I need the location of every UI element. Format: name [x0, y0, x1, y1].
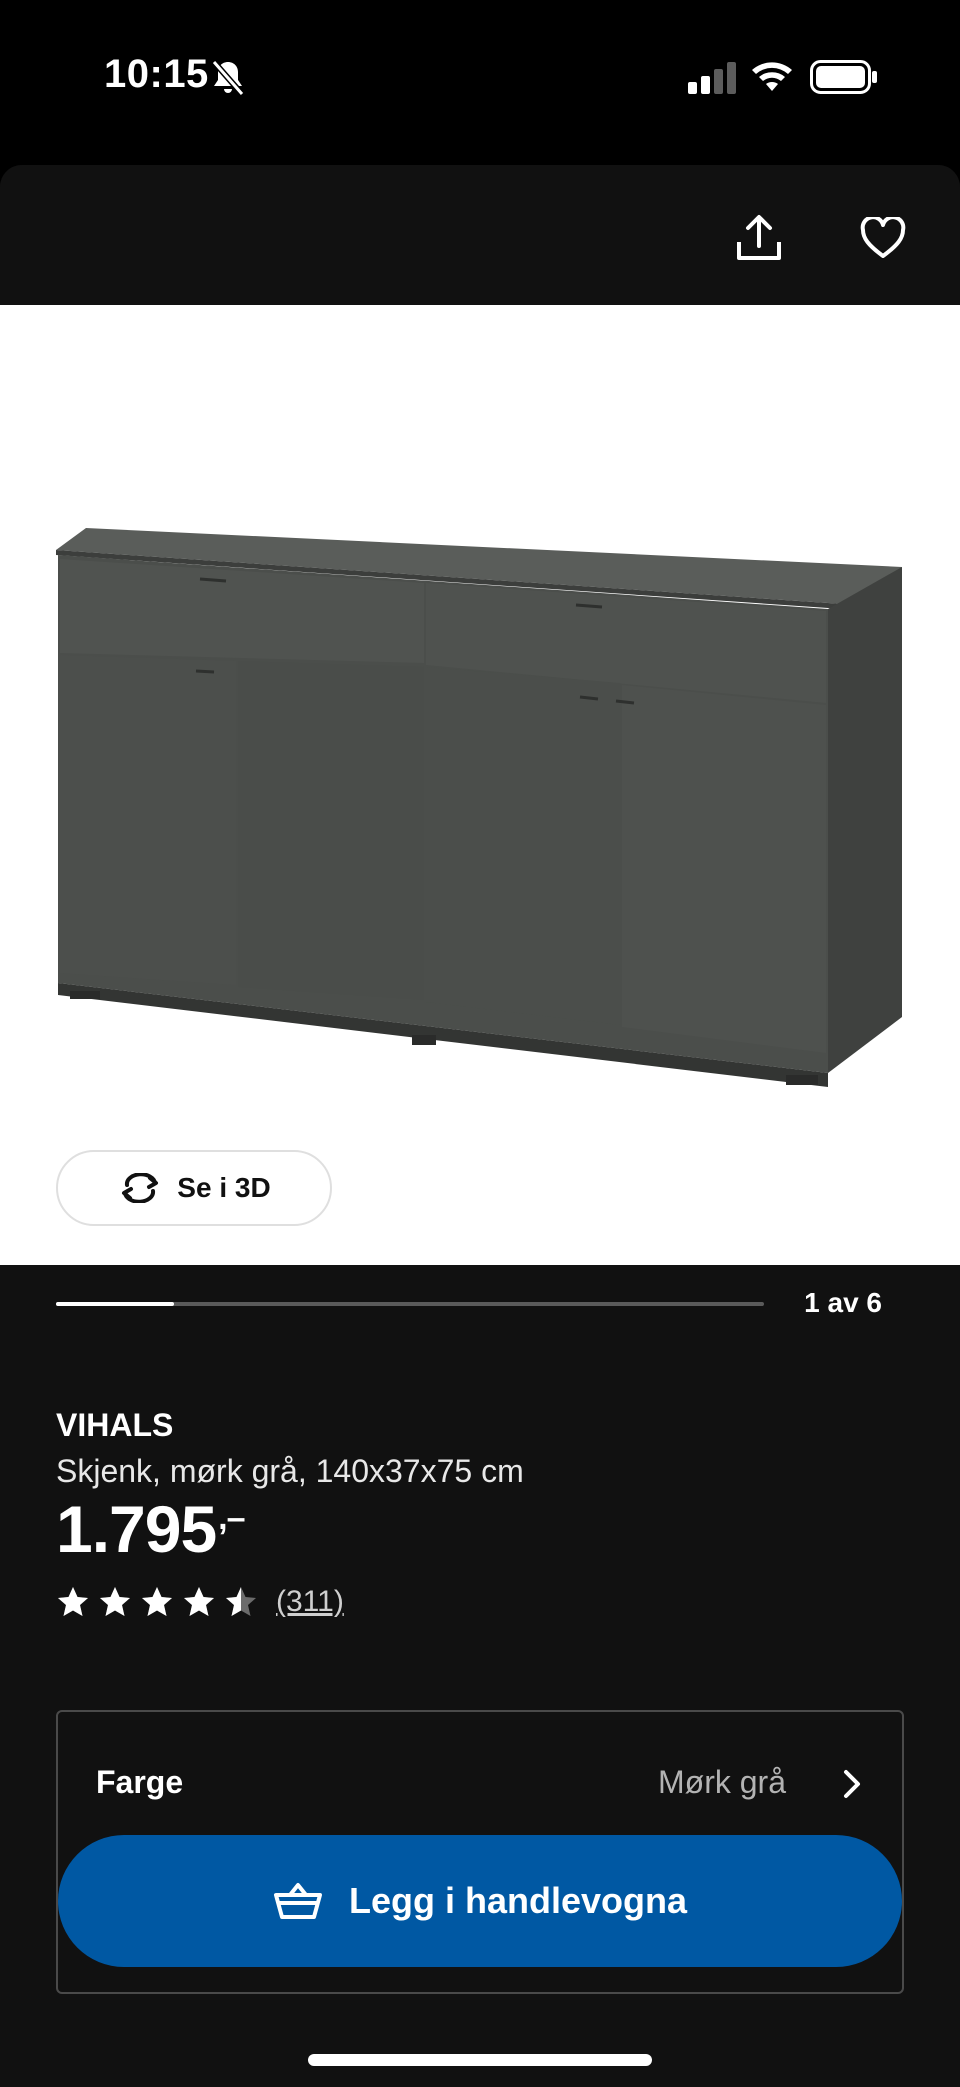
chevron-right-icon — [844, 1770, 860, 1798]
product-sheet: Se i 3D 1 av 6 VIHALS Skjenk, mørk grå, … — [0, 165, 960, 2087]
gallery-progress-fill — [56, 1302, 175, 1306]
page-indicator: 1 av 6 — [804, 1287, 882, 1318]
status-time: 10:15 — [104, 52, 209, 96]
product-image-area[interactable]: Se i 3D — [0, 305, 960, 1265]
basket-icon — [273, 1883, 322, 1919]
bell-off-icon — [211, 60, 245, 96]
rating[interactable]: (311) — [56, 1585, 344, 1619]
star-icon — [58, 1587, 88, 1616]
add-to-cart-button[interactable]: Legg i handlevogna — [58, 1835, 902, 1967]
home-indicator[interactable] — [308, 2054, 652, 2066]
favorite-button[interactable] — [848, 203, 918, 273]
top-bar — [0, 165, 960, 305]
star-icon — [142, 1587, 172, 1616]
rotate-icon — [122, 1173, 159, 1203]
review-count-link[interactable]: (311) — [276, 1585, 344, 1619]
status-bar: 10:15 — [0, 0, 960, 165]
share-icon — [737, 215, 781, 260]
price-value: 1.795 — [56, 1492, 217, 1566]
signal-icon — [688, 62, 736, 94]
product-price: 1.795,– — [56, 1491, 246, 1567]
star-icon — [226, 1587, 256, 1616]
heart-icon — [860, 217, 906, 258]
color-label: Farge — [96, 1764, 184, 1800]
product-name: VIHALS — [56, 1407, 174, 1443]
product-image — [56, 528, 902, 1087]
color-value: Mørk grå — [658, 1764, 786, 1800]
product-description: Skjenk, mørk grå, 140x37x75 cm — [56, 1453, 524, 1489]
gallery-progress — [56, 1302, 764, 1306]
star-icon — [100, 1587, 130, 1616]
wifi-icon — [752, 62, 792, 91]
add-to-cart-label: Legg i handlevogna — [348, 1880, 688, 1921]
view-3d-button[interactable]: Se i 3D — [56, 1150, 332, 1226]
share-button[interactable] — [724, 203, 794, 273]
star-icon — [184, 1587, 214, 1616]
price-suffix: ,– — [218, 1499, 245, 1537]
battery-icon — [810, 60, 877, 94]
view-3d-label: Se i 3D — [177, 1172, 271, 1203]
